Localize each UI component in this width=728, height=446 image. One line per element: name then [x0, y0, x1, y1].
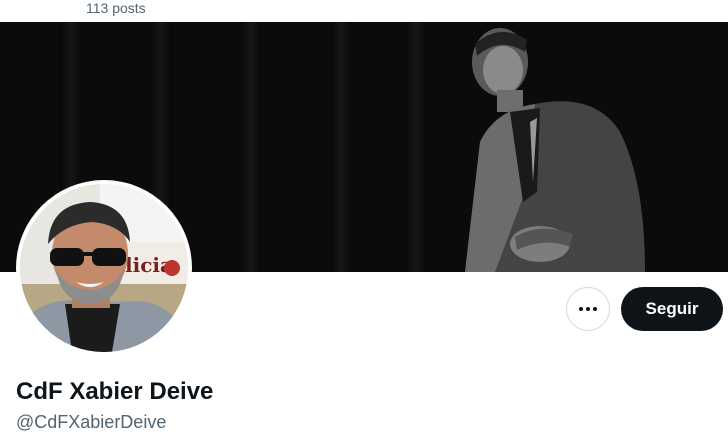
user-handle: @CdFXabierDeive	[16, 412, 167, 432]
banner-figure-image	[465, 28, 645, 272]
more-options-button[interactable]	[566, 287, 610, 331]
avatar-photo: Galicia	[20, 184, 188, 352]
display-name: CdF Xabier Deive	[16, 378, 214, 405]
follow-button[interactable]: Seguir	[621, 287, 723, 331]
profile-avatar[interactable]: Galicia	[16, 180, 192, 356]
ellipsis-horizontal-icon	[579, 307, 583, 311]
post-count: 113 posts	[86, 0, 146, 16]
